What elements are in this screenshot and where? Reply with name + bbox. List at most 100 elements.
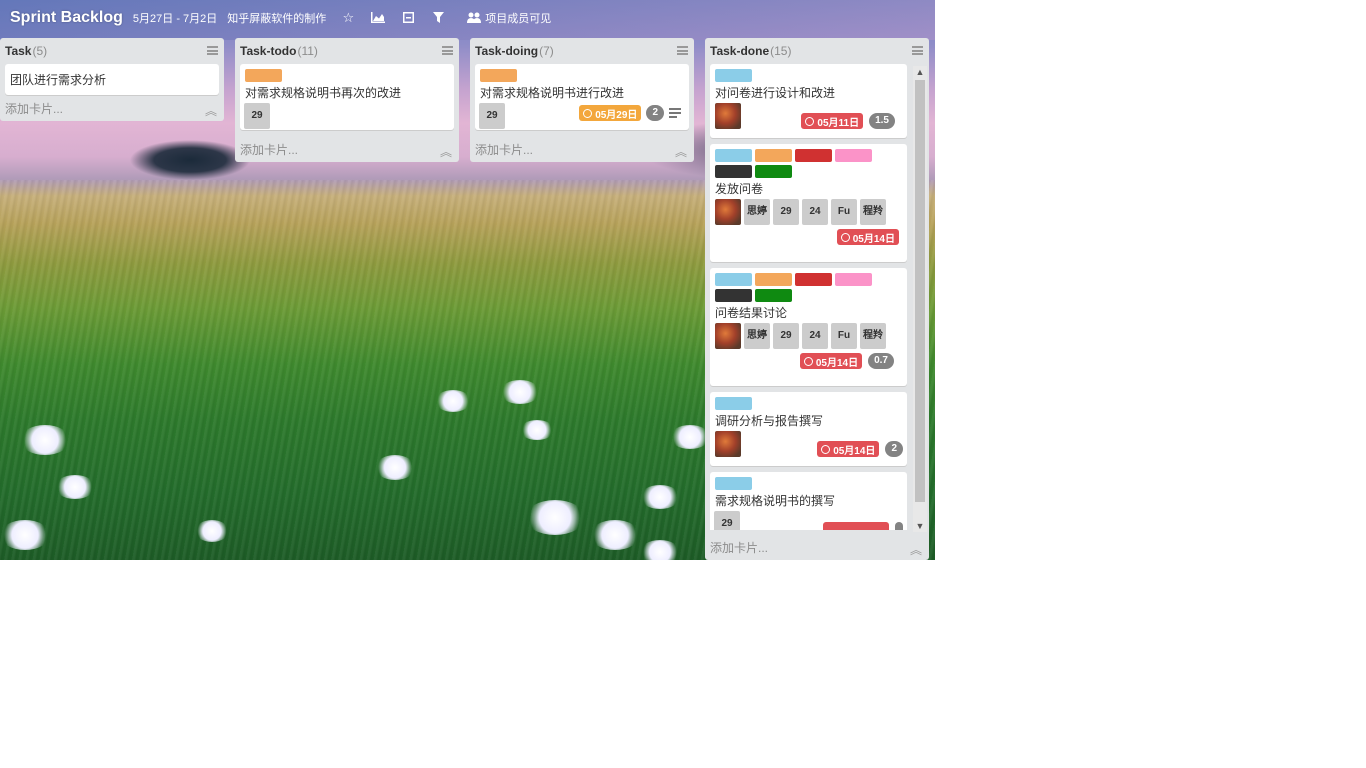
list-title[interactable]: Task-todo	[240, 44, 296, 58]
add-card-button[interactable]: 添加卡片... ︽	[470, 136, 694, 162]
card-title: 问卷结果讨论	[715, 306, 788, 320]
avatar[interactable]	[715, 431, 741, 457]
due-date-text: 05月14日	[833, 445, 876, 457]
add-card-label: 添加卡片...	[240, 142, 299, 157]
estimate-badge: 2	[885, 441, 903, 457]
project-name[interactable]: 知乎屏蔽软件的制作	[227, 10, 326, 26]
add-card-button[interactable]: 添加卡片... ︽	[235, 136, 459, 162]
card-label-pink	[835, 273, 872, 286]
list-task: Task (5) 团队进行需求分析 添加卡片... ︽	[0, 38, 224, 121]
members-visibility-label: 项目成员可见	[485, 13, 552, 25]
due-date-badge[interactable]	[823, 522, 889, 530]
checklist-count-badge: 2	[646, 105, 664, 121]
board-title[interactable]: Sprint Backlog	[10, 9, 123, 27]
list-menu-icon[interactable]	[207, 46, 218, 55]
collapse-icon[interactable]	[400, 11, 416, 26]
card-label-orange	[755, 273, 792, 286]
avatar[interactable]	[715, 323, 741, 349]
background-flower	[520, 420, 554, 440]
card[interactable]: 对问卷进行设计和改进 05月11日 1.5	[710, 64, 907, 138]
card[interactable]: 发放问卷 思婷 29 24 Fu 程羚 05月14日	[710, 144, 907, 262]
member-chip[interactable]: 29	[479, 103, 505, 129]
card-label-orange	[755, 149, 792, 162]
scroll-up-icon[interactable]: ▲	[913, 66, 927, 78]
list-title[interactable]: Task-doing	[475, 44, 538, 58]
list-header: Task-todo (11)	[235, 38, 459, 64]
collapse-list-icon[interactable]: ︽	[205, 102, 217, 119]
list-title[interactable]: Task	[5, 44, 31, 58]
list-menu-icon[interactable]	[912, 46, 923, 55]
list-count: (11)	[297, 44, 318, 58]
due-date-badge[interactable]: 05月14日	[836, 229, 899, 245]
background-flower	[20, 425, 70, 455]
clock-icon	[840, 232, 850, 242]
member-chip[interactable]: 29	[244, 103, 270, 129]
card-label-blue	[715, 273, 752, 286]
due-date-badge[interactable]: 05月14日	[817, 441, 880, 457]
due-date-text: 05月14日	[815, 357, 859, 369]
member-chip[interactable]: 思婷	[744, 199, 770, 225]
due-date-badge[interactable]: 05月14日	[799, 353, 863, 369]
collapse-list-icon[interactable]: ︽	[675, 143, 687, 160]
estimate-badge	[895, 522, 903, 530]
due-date-badge[interactable]: 05月29日	[579, 105, 642, 121]
card-label-blue	[715, 69, 752, 82]
collapse-list-icon[interactable]: ︽	[440, 143, 452, 160]
members-visibility[interactable]: 项目成员可见	[466, 10, 551, 26]
list-count: (7)	[539, 44, 554, 58]
member-chip[interactable]: Fu	[831, 323, 857, 349]
card-label-black	[715, 165, 752, 178]
board-header: Sprint Backlog 5月27日 - 7月2日 知乎屏蔽软件的制作 ☆ …	[0, 0, 935, 36]
filter-icon[interactable]	[430, 11, 446, 26]
description-icon	[669, 108, 681, 118]
card[interactable]: 问卷结果讨论 思婷 29 24 Fu 程羚 05月14日 0.7	[710, 268, 907, 386]
member-chip[interactable]: 思婷	[744, 323, 770, 349]
add-card-button[interactable]: 添加卡片... ︽	[0, 95, 224, 121]
background-flower	[500, 380, 540, 404]
background-flower	[0, 520, 50, 550]
card[interactable]: 对需求规格说明书进行改进 29 05月29日 2	[475, 64, 689, 130]
sprint-dates[interactable]: 5月27日 - 7月2日	[133, 10, 217, 26]
card-label-green	[755, 165, 792, 178]
card-title: 团队进行需求分析	[10, 73, 107, 87]
card-label-black	[715, 289, 752, 302]
card-label-orange	[480, 69, 517, 82]
member-chip[interactable]: 程羚	[860, 323, 886, 349]
background-flower	[525, 500, 585, 535]
background-flower	[670, 425, 710, 449]
card-label-blue	[715, 397, 752, 410]
scrollbar-thumb[interactable]	[915, 80, 925, 502]
list-scrollbar[interactable]: ▲ ▼	[913, 66, 927, 532]
clock-icon	[583, 108, 593, 118]
member-chip[interactable]: 程羚	[860, 199, 886, 225]
avatar[interactable]	[715, 103, 741, 129]
member-chip[interactable]: 24	[802, 323, 828, 349]
list-menu-icon[interactable]	[442, 46, 453, 55]
member-chip[interactable]: 29	[773, 199, 799, 225]
member-chip[interactable]: Fu	[831, 199, 857, 225]
card[interactable]: 对需求规格说明书再次的改进 29	[240, 64, 454, 130]
list-title[interactable]: Task-done	[710, 44, 769, 58]
list-header: Task (5)	[0, 38, 224, 64]
due-date-text: 05月29日	[595, 109, 638, 121]
member-chip[interactable]: 29	[714, 511, 740, 530]
card[interactable]: 团队进行需求分析	[5, 64, 219, 95]
card[interactable]: 调研分析与报告撰写 05月14日 2	[710, 392, 907, 466]
due-date-badge[interactable]: 05月11日	[801, 113, 864, 129]
due-date-text: 05月14日	[852, 233, 895, 245]
collapse-list-icon[interactable]: ︽	[910, 541, 922, 558]
list-count: (5)	[32, 44, 48, 58]
star-icon[interactable]: ☆	[340, 10, 356, 26]
chart-icon[interactable]	[370, 11, 386, 26]
avatar[interactable]	[715, 199, 741, 225]
card-list: 对问卷进行设计和改进 05月11日 1.5 发放问卷 思婷 29 24 Fu 程…	[705, 64, 929, 530]
scroll-down-icon[interactable]: ▼	[913, 520, 927, 532]
card-title: 对问卷进行设计和改进	[715, 86, 836, 100]
list-menu-icon[interactable]	[677, 46, 688, 55]
estimate-badge: 1.5	[869, 113, 895, 129]
card[interactable]: 需求规格说明书的撰写 29	[710, 472, 907, 530]
member-chip[interactable]: 24	[802, 199, 828, 225]
card-label-blue	[715, 477, 752, 490]
member-chip[interactable]: 29	[773, 323, 799, 349]
add-card-button[interactable]: 添加卡片... ︽	[705, 534, 929, 560]
